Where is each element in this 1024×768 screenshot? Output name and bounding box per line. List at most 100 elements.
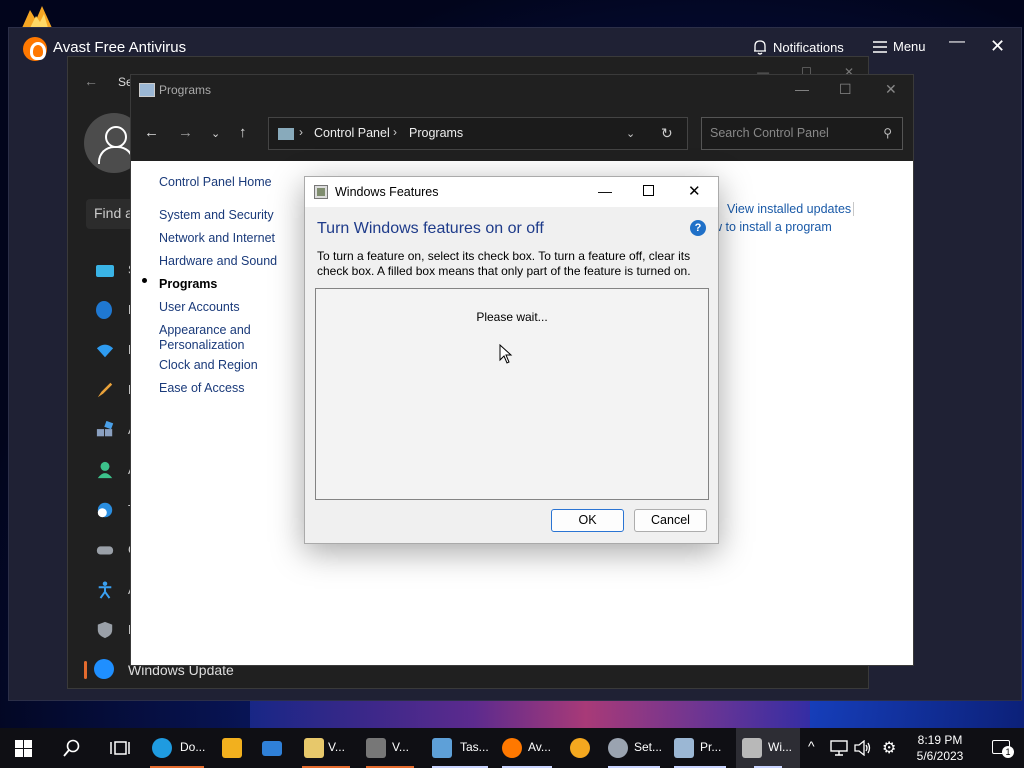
avast-logo-icon [23,37,47,61]
taskbar-label: Av... [528,740,551,754]
taskbar-edge[interactable]: Do... [144,728,210,768]
maximize-button[interactable] [643,185,654,196]
chevron-down-icon[interactable]: ⌄ [626,127,635,140]
recent-chevron-icon[interactable]: ⌄ [211,127,220,140]
nav-programs[interactable]: Programs [159,277,217,291]
control-panel-icon [278,128,294,140]
avast-browser-icon [570,738,590,758]
windows-features-icon [314,185,328,199]
close-button[interactable]: ✕ [885,81,897,98]
taskbar-task-manager[interactable]: Tas... [426,728,494,768]
vmware-icon [366,738,386,758]
show-hidden-icons-chevron[interactable]: ^ [808,738,815,754]
taskbar-label: Wi... [768,740,792,754]
gear-icon[interactable]: ⚙ [882,738,896,758]
up-arrow-icon[interactable]: ↑ [239,124,247,141]
accessibility-icon [98,581,112,599]
maximize-button[interactable]: ☐ [839,81,852,98]
refresh-icon[interactable]: ↻ [661,125,673,142]
brush-icon [97,382,113,398]
nav-hardware-and-sound[interactable]: Hardware and Sound [159,254,277,268]
dialog-title: Windows Features [335,185,439,199]
nav-user-accounts[interactable]: User Accounts [159,300,240,314]
nav-clock-and-region[interactable]: Clock and Region [159,358,258,372]
wifi-icon [96,344,114,358]
taskbar-store[interactable] [214,728,250,768]
taskbar-vmware[interactable]: V... [360,728,420,768]
globe-clock-icon [97,502,113,518]
search-placeholder: Search Control Panel [710,126,829,140]
search-icon[interactable] [63,739,81,757]
taskbar-windows-features[interactable]: Wi... [736,728,800,768]
link-divider [853,202,854,216]
taskbar-label: Do... [180,740,206,754]
minimize-button[interactable]: — [949,33,965,51]
taskbar: Do... V... V... Tas... Av... Set... Pr..… [0,728,1024,768]
minimize-button[interactable]: — [795,81,809,97]
bell-icon [754,40,766,55]
taskbar-label: V... [328,740,345,754]
control-panel-icon [139,83,155,97]
notifications-label: Notifications [773,39,844,55]
back-arrow-icon[interactable]: ← [84,73,98,89]
menu-button[interactable]: Menu [873,39,926,54]
nav-system-and-security[interactable]: System and Security [159,208,274,222]
taskbar-avast-browser[interactable] [562,728,598,768]
how-to-install-link[interactable]: w to install a program [713,220,832,234]
hamburger-icon [873,40,887,53]
taskbar-virtualbox[interactable]: V... [296,728,356,768]
dialog-titlebar: Windows Features — ✕ [305,177,718,207]
notification-count: 1 [1002,746,1014,758]
gear-icon [608,738,628,758]
close-button[interactable]: ✕ [688,182,701,200]
taskbar-avast[interactable]: Av... [496,728,558,768]
view-installed-updates-link[interactable]: View installed updates [727,202,851,216]
taskbar-label: Pr... [700,740,722,754]
breadcrumb-programs[interactable]: Programs [409,126,463,140]
features-list[interactable]: Please wait... [315,288,709,500]
nav-network-and-internet[interactable]: Network and Internet [159,231,275,245]
nav-control-panel-home[interactable]: Control Panel Home [159,175,272,189]
search-input[interactable]: Search Control Panel ⚲ [701,117,903,150]
active-bullet [142,278,147,283]
avast-icon [502,738,522,758]
nav-ease-of-access[interactable]: Ease of Access [159,381,244,395]
monitor-icon [96,265,114,277]
person-icon [97,461,113,479]
mail-icon [262,741,282,756]
shield-icon [97,621,113,639]
clock[interactable]: 8:19 PM 5/6/2023 [908,732,972,764]
folder-flame-icon [22,6,52,28]
notifications-button[interactable]: Notifications [753,39,844,55]
help-icon[interactable]: ? [690,220,706,236]
loading-status: Please wait... [476,310,548,324]
back-arrow-icon[interactable]: ← [144,124,159,141]
control-panel-icon [674,738,694,758]
forward-arrow-icon[interactable]: → [178,124,193,141]
cp-window-title: Programs [159,83,212,97]
cp-titlebar: Programs — ☐ ✕ [131,75,913,106]
minimize-button[interactable]: — [598,183,612,199]
address-bar[interactable]: › Control Panel › Programs ⌄ ↻ [268,117,688,150]
network-icon[interactable] [830,740,848,756]
breadcrumb-control-panel[interactable]: Control Panel [314,126,390,140]
nav-appearance[interactable]: Appearance and Personalization [159,323,269,353]
cancel-button[interactable]: Cancel [634,509,707,532]
task-manager-icon [432,738,452,758]
taskbar-label: Set... [634,740,663,754]
dialog-heading: Turn Windows features on or off [317,220,544,237]
taskbar-settings[interactable]: Set... [602,728,666,768]
volume-icon[interactable] [854,740,872,756]
wallpaper [250,700,810,730]
start-windows-icon[interactable] [15,740,32,757]
taskbar-control-panel[interactable]: Pr... [668,728,732,768]
search-icon[interactable]: ⚲ [883,126,892,140]
active-indicator [84,661,87,679]
task-view-icon[interactable] [110,739,130,757]
store-icon [222,738,242,758]
ok-button[interactable]: OK [551,509,624,532]
close-button[interactable]: ✕ [990,36,1005,57]
sync-icon [94,659,114,679]
bluetooth-icon [96,301,112,319]
taskbar-mail[interactable] [254,728,290,768]
